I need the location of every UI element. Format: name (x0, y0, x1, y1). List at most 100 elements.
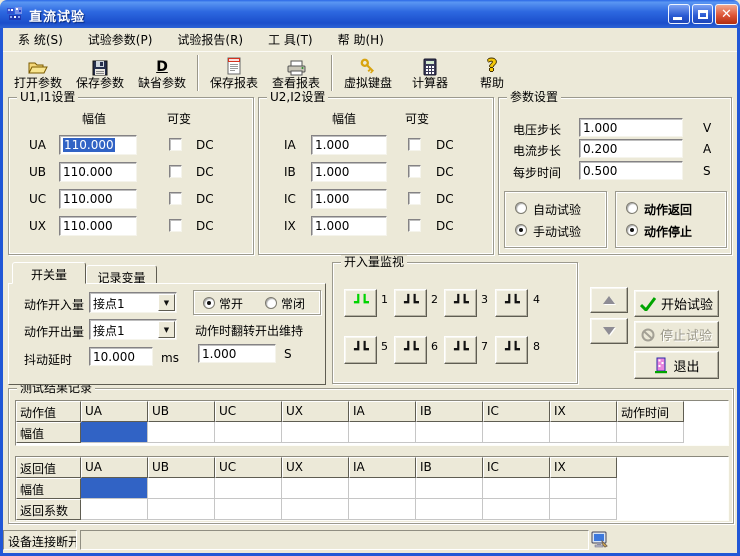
contact-1-button[interactable]: ┛┗ (344, 289, 377, 317)
uc-dc-checkbox[interactable] (169, 192, 182, 205)
contact-8-number: 8 (533, 340, 540, 353)
menu-help[interactable]: 帮 助(H) (329, 28, 393, 51)
table-cell[interactable] (617, 422, 684, 443)
table-cell[interactable] (550, 478, 617, 499)
switch-quantity-panel: 动作开入量 接点1 ▼ 动作开出量 接点1 ▼ 抖动延时 10.000 ms 常… (8, 283, 326, 385)
step-up-button[interactable] (590, 287, 628, 313)
table-cell[interactable] (148, 422, 215, 443)
check-icon (640, 297, 656, 311)
table-cell[interactable] (416, 499, 483, 520)
ub-dc-checkbox[interactable] (169, 165, 182, 178)
app-window: 直流试验 ✕ 系 统(S) 试验参数(P) 试验报告(R) 工 具(T) 帮 助… (0, 0, 740, 556)
contact-6-button[interactable]: ┛┗ (394, 336, 427, 364)
ub-amplitude-input[interactable]: 110.000 (59, 162, 137, 182)
step-down-button[interactable] (590, 318, 628, 344)
save-params-button[interactable]: 保存参数 (69, 53, 131, 93)
contact-5-button[interactable]: ┛┗ (344, 336, 377, 364)
window-title: 直流试验 (29, 6, 85, 25)
table-cell[interactable] (349, 499, 416, 520)
table-cell[interactable] (416, 422, 483, 443)
action-input-select[interactable]: 接点1 ▼ (89, 292, 177, 313)
table-cell[interactable] (416, 478, 483, 499)
ua-dc-checkbox[interactable] (169, 138, 182, 151)
ia-amplitude-input[interactable]: 1.000 (311, 135, 387, 155)
table-cell[interactable] (483, 478, 550, 499)
tab-record-variable[interactable]: 记录变量 (86, 265, 157, 284)
default-params-button[interactable]: D 缺省参数 (131, 53, 193, 93)
table-cell[interactable] (148, 478, 215, 499)
table-cell[interactable] (349, 422, 416, 443)
menu-system[interactable]: 系 统(S) (9, 28, 72, 51)
table-cell[interactable] (483, 422, 550, 443)
ix-amplitude-input[interactable]: 1.000 (311, 216, 387, 236)
start-test-button[interactable]: 开始试验 (634, 290, 719, 317)
chevron-down-icon[interactable]: ▼ (158, 321, 175, 338)
auto-test-radio[interactable] (515, 202, 527, 214)
ix-dc-checkbox[interactable] (408, 219, 421, 232)
voltage-step-input[interactable]: 1.000 (579, 118, 683, 137)
menu-test-params[interactable]: 试验参数(P) (79, 28, 162, 51)
menu-tools[interactable]: 工 具(T) (259, 28, 322, 51)
uc-amplitude-input[interactable]: 110.000 (59, 189, 137, 209)
manual-test-radio[interactable] (515, 224, 527, 236)
table-cell[interactable] (148, 499, 215, 520)
help-icon: ? (487, 55, 497, 76)
contact-4-button[interactable]: ┛┗ (495, 289, 528, 317)
hold-time-input[interactable]: 1.000 (198, 344, 276, 363)
open-params-button[interactable]: 打开参数 (7, 53, 69, 93)
minimize-button[interactable] (668, 4, 690, 24)
debounce-delay-input[interactable]: 10.000 (89, 347, 153, 366)
table-cell[interactable] (282, 478, 349, 499)
table-cell[interactable] (282, 499, 349, 520)
view-report-button[interactable]: 查看报表 (265, 53, 327, 93)
contact-symbol-icon: ┛┗ (505, 342, 518, 358)
table-cell[interactable] (215, 478, 282, 499)
maximize-button[interactable] (692, 4, 713, 24)
action-table-corner: 动作值 (16, 401, 81, 422)
contact-8-button[interactable]: ┛┗ (495, 336, 528, 364)
calculator-button[interactable]: 计算器 (399, 53, 461, 93)
close-button[interactable]: ✕ (715, 4, 738, 25)
normally-open-radio[interactable] (203, 297, 215, 309)
help-button[interactable]: ? 帮助 (461, 53, 523, 93)
action-stop-radio[interactable] (626, 224, 638, 236)
ia-dc-checkbox[interactable] (408, 138, 421, 151)
step-time-input[interactable]: 0.500 (579, 161, 683, 180)
table-cell[interactable] (550, 422, 617, 443)
ib-dc-checkbox[interactable] (408, 165, 421, 178)
contact-3-button[interactable]: ┛┗ (444, 289, 477, 317)
action-output-select[interactable]: 接点1 ▼ (89, 319, 177, 340)
selected-cell[interactable] (81, 422, 148, 443)
ib-amplitude-input[interactable]: 1.000 (311, 162, 387, 182)
ua-amplitude-input[interactable]: 110.000 (59, 135, 137, 155)
menu-test-report[interactable]: 试验报告(R) (168, 28, 252, 51)
manual-test-label: 手动试验 (533, 223, 581, 240)
save-report-button[interactable]: 保存报表 (203, 53, 265, 93)
table-cell[interactable] (81, 499, 148, 520)
current-step-input[interactable]: 0.200 (579, 139, 683, 158)
ic-dc-checkbox[interactable] (408, 192, 421, 205)
contact-2-button[interactable]: ┛┗ (394, 289, 427, 317)
column-header-ub: UB (148, 401, 215, 422)
table-cell[interactable] (349, 478, 416, 499)
selected-cell[interactable] (81, 478, 148, 499)
tab-switch-quantity[interactable]: 开关量 (12, 262, 86, 284)
action-return-radio[interactable] (626, 202, 638, 214)
ux-dc-checkbox[interactable] (169, 219, 182, 232)
exit-button[interactable]: 退出 (634, 351, 719, 379)
table-cell[interactable] (215, 499, 282, 520)
ic-amplitude-input[interactable]: 1.000 (311, 189, 387, 209)
table-cell[interactable] (282, 422, 349, 443)
ux-amplitude-input[interactable]: 110.000 (59, 216, 137, 236)
table-cell[interactable] (483, 499, 550, 520)
ib-label: IB (284, 165, 296, 179)
printer-icon (287, 55, 306, 76)
row-label-return-coefficient: 返回系数 (16, 499, 81, 520)
virtual-keyboard-button[interactable]: 虚拟键盘 (337, 53, 399, 93)
normally-closed-radio[interactable] (265, 297, 277, 309)
table-cell[interactable] (550, 499, 617, 520)
contact-7-button[interactable]: ┛┗ (444, 336, 477, 364)
column-header-ux: UX (282, 401, 349, 422)
table-cell[interactable] (215, 422, 282, 443)
chevron-down-icon[interactable]: ▼ (158, 294, 175, 311)
